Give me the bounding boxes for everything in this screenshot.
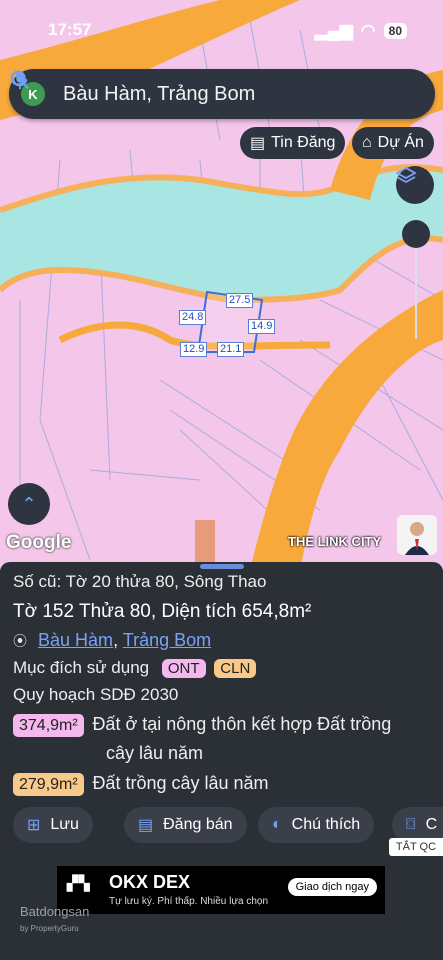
chevron-up-icon: ⌃ [21,493,37,514]
save-button[interactable]: ⊞ Lưu [13,807,93,843]
location-separator: , [113,630,123,650]
camera-label: C [425,816,438,833]
google-logo: Google [6,532,72,553]
agent-avatar[interactable] [397,515,437,555]
old-parcel-text: Số cũ: Tờ 20 thửa 80, Sông Thao [13,572,267,591]
listing-icon: ▤ [138,817,154,834]
district-link[interactable]: Trảng Bom [123,630,211,650]
dim-label-top: 27.5 [226,293,254,308]
status-bar: 17:57 ▂▄▆ ◠ 80 [0,18,443,44]
ad-tagline: Tự lưu ký. Phí thấp. Nhiều lựa chọn [109,896,269,907]
purpose-row: Mục đích sử dụng ONT CLN [13,658,257,678]
bookmark-plus-icon: ⊞ [27,817,41,834]
layers-button[interactable] [396,166,434,204]
purpose-label: Mục đích sử dụng [13,658,150,677]
watermark: Batdongsan by PropertyGuru [20,904,89,934]
map-view[interactable]: 17:57 ▂▄▆ ◠ 80 K Bàu Hàm, Trảng Bom ▤ Ti… [0,0,443,570]
tin-dang-chip[interactable]: ▤ Tin Đăng [240,127,346,159]
parcel-info-text: Tờ 152 Thửa 80, Diện tích 654,8m² [13,601,312,622]
ad-brand: OKX DEX [109,872,191,892]
tag-ont: ONT [161,659,206,678]
tin-dang-label: Tin Đăng [271,134,336,151]
battery-icon: 80 [383,23,407,39]
microphone-icon[interactable] [9,69,31,91]
search-query[interactable]: Bàu Hàm, Trảng Bom [63,83,435,106]
camera-icon: ⌼ [406,816,416,833]
zone-1-area: 374,9m² [13,714,84,737]
status-time: 17:57 [48,20,92,39]
wifi-icon: ◠ [360,21,376,40]
opacity-slider-handle[interactable] [402,220,430,248]
post-sale-button[interactable]: ▤ Đăng bán [124,807,247,843]
hide-ads-button[interactable]: TẮT QC [389,838,443,856]
watermark-sub: by PropertyGuru [20,924,79,933]
building-icon: ⌂ [362,134,372,151]
dim-label-bottom-left: 12.9 [180,342,208,357]
commune-link[interactable]: Bàu Hàm [38,630,113,650]
location-pin-icon: ⦿ [13,633,27,649]
dim-label-bottom: 21.1 [217,342,245,357]
okx-logo-icon: ▞▚ [67,875,91,891]
layers-icon [396,166,416,184]
signal-icon: ▂▄▆ [314,21,353,40]
zone-1-desc-2: cây lâu năm [106,743,204,763]
ad-cta-button[interactable]: Giao dịch ngay [287,878,377,896]
listing-icon: ▤ [250,135,266,152]
expand-up-button[interactable]: ⌃ [8,483,50,525]
zone-row-2: 279,9m² Đất trồng cây lâu năm [13,773,269,796]
zone-2-desc: Đất trồng cây lâu năm [92,773,269,793]
drag-handle[interactable] [200,564,244,569]
opacity-slider-track[interactable] [415,244,417,339]
legend-label: Chú thích [291,816,361,833]
search-bar[interactable]: K Bàu Hàm, Trảng Bom [9,69,435,119]
watermark-brand: Batdongsan [20,904,90,919]
legend-button[interactable]: ◐ Chú thích [258,807,375,843]
zone-row-1: 374,9m² Đất ở tại nông thôn kết hợp Đất … [13,714,391,737]
ad-banner[interactable]: ▞▚ OKX DEX Tự lưu ký. Phí thấp. Nhiều lự… [57,866,385,914]
zone-2-area: 279,9m² [13,773,84,796]
location-row: ⦿ Bàu Hàm, Trảng Bom [13,630,211,651]
place-label: THE LINK CITY [288,534,382,549]
tag-cln: CLN [214,659,257,678]
post-sale-label: Đăng bán [163,816,233,833]
save-label: Lưu [50,816,79,833]
dim-label-left: 24.8 [179,310,207,325]
du-an-chip[interactable]: ⌂ Dự Án [352,127,434,159]
plan-label: Quy hoạch SDĐ 2030 [13,685,179,704]
dim-label-right: 14.9 [248,319,276,334]
half-circle-icon: ◐ [272,816,282,833]
zone-1-desc: Đất ở tại nông thôn kết hợp Đất trồng [92,714,392,734]
du-an-label: Dự Án [377,134,424,151]
agent-photo [397,515,437,555]
